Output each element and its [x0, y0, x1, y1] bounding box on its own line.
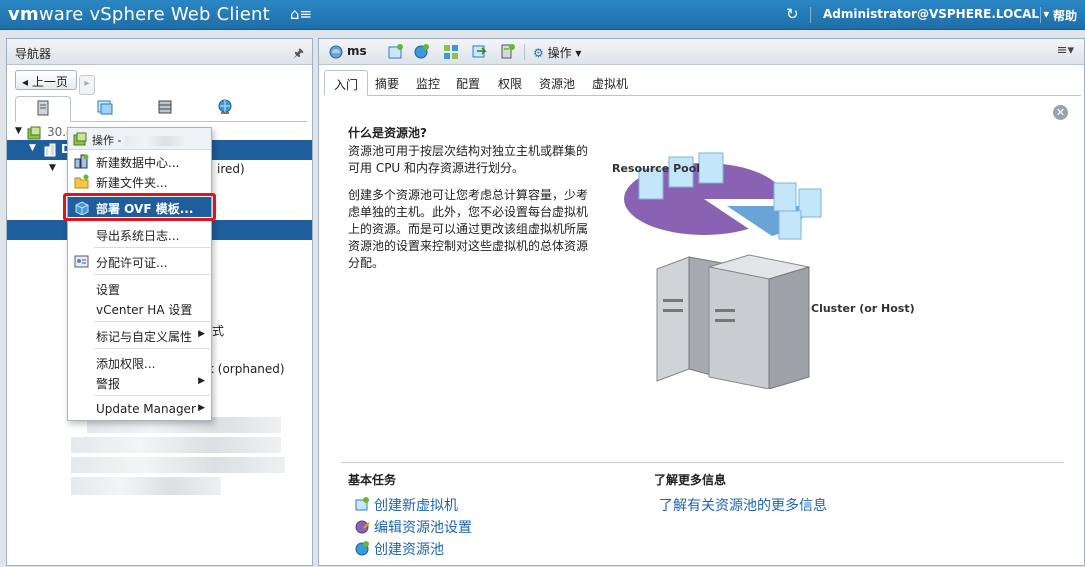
menu-vcenter-ha[interactable]: vCenter HA 设置 — [68, 298, 211, 318]
resource-pool-diagram — [609, 149, 909, 392]
basic-tasks-heading: 基本任务 — [348, 473, 397, 487]
learn-more-link[interactable]: 了解有关资源池的更多信息 — [659, 495, 827, 515]
divider — [524, 44, 525, 60]
redacted-row — [71, 437, 281, 453]
refresh-icon[interactable]: ↻ — [786, 5, 799, 23]
menu-update-manager[interactable]: Update Manager ▶ — [68, 399, 211, 419]
navigator-header: 导航器 🖈 — [7, 39, 312, 65]
tab-vms-templates[interactable] — [77, 96, 133, 122]
vmware-logo[interactable]: vmware vSphere Web Client — [8, 4, 270, 25]
divider — [810, 7, 811, 23]
vms-templates-icon — [97, 100, 113, 115]
tab-permissions[interactable]: 权限 — [498, 75, 522, 92]
menu-divider — [94, 274, 210, 275]
collapse-icon[interactable]: ▼ — [49, 163, 56, 173]
license-icon — [74, 255, 89, 268]
menu-alarms[interactable]: 警报 ▶ — [68, 372, 211, 392]
object-tabs: 入门 摘要 监控 配置 权限 资源池 虚拟机 — [324, 70, 1081, 96]
resource-pool-label: Resource Pool — [612, 162, 701, 175]
migrate-icon[interactable] — [471, 43, 488, 60]
submenu-arrow-icon: ▶ — [198, 329, 205, 339]
redacted-text — [124, 136, 185, 146]
intro-paragraph: 资源池可用于按层次结构对独立主机或群集的可用 CPU 和内存资源进行划分。 — [348, 144, 589, 175]
panel-menu-icon[interactable]: ≡▾ — [1057, 43, 1074, 58]
learn-more-heading: 了解更多信息 — [654, 473, 727, 487]
create-vm-link[interactable]: 创建新虚拟机 — [354, 495, 458, 515]
menu-tags-attributes[interactable]: 标记与自定义属性 ▶ — [68, 325, 211, 345]
datacenter-icon — [44, 143, 56, 157]
section-divider — [341, 462, 1064, 463]
tab-summary[interactable]: 摘要 — [375, 75, 399, 92]
highlight-box — [63, 193, 216, 221]
folder-icon — [74, 174, 89, 189]
hosts-clusters-icon — [37, 100, 49, 116]
new-vm-icon — [355, 497, 369, 511]
divider — [1040, 7, 1041, 23]
menu-settings[interactable]: 设置 — [68, 278, 211, 298]
storage-icon — [158, 100, 172, 114]
tab-resource-pools[interactable]: 资源池 — [539, 75, 575, 92]
new-vapp-icon[interactable] — [443, 43, 460, 60]
resource-pool-icon — [329, 45, 343, 59]
menu-divider — [94, 395, 210, 396]
redacted-row — [71, 457, 285, 473]
submenu-arrow-icon: ▶ — [198, 376, 205, 386]
tab-hosts-clusters[interactable] — [15, 96, 71, 122]
vcenter-icon — [73, 132, 87, 146]
object-toolbar: ms ⚙ 操作 ▾ ≡▾ — [319, 39, 1084, 65]
help-menu[interactable]: 帮助 — [1053, 7, 1077, 24]
menu-divider — [94, 321, 210, 322]
tab-vms[interactable]: 虚拟机 — [592, 75, 628, 92]
close-icon[interactable]: ✕ — [1053, 105, 1068, 120]
create-pool-link[interactable]: 创建资源池 — [354, 539, 444, 559]
new-resource-pool-icon[interactable] — [413, 43, 430, 60]
menu-new-folder[interactable]: 新建文件夹... — [68, 171, 211, 191]
menu-assign-license[interactable]: 分配许可证... — [68, 251, 211, 271]
redacted-row — [71, 477, 221, 495]
edit-resource-pool-icon — [355, 520, 370, 534]
context-menu: 操作 - 新建数据中心... 新建文件夹... 部署 OVF 模板... 导出系… — [67, 127, 212, 421]
pin-icon[interactable]: 🖈 — [293, 44, 304, 65]
menu-divider — [94, 247, 210, 248]
menu-add-permission[interactable]: 添加权限... — [68, 352, 211, 372]
navigator-title: 导航器 — [15, 47, 52, 61]
intro-heading: 什么是资源池? — [348, 126, 427, 140]
resource-pool-illustration — [624, 152, 822, 390]
history-nav: ◂ 上一页 ▸ — [15, 70, 95, 95]
tab-networking[interactable] — [197, 96, 253, 122]
back-button[interactable]: ◂ 上一页 — [15, 70, 77, 90]
tab-monitor[interactable]: 监控 — [416, 75, 440, 92]
collapse-icon[interactable]: ▼ — [29, 143, 36, 153]
menu-new-datacenter[interactable]: 新建数据中心... — [68, 151, 211, 171]
actions-menu[interactable]: ⚙ 操作 ▾ — [533, 44, 581, 61]
intro-paragraph: 创建多个资源池可让您考虑总计算容量，少考虑单独的主机。此外，您不必设置每台虚拟机… — [348, 188, 589, 270]
menu-export-logs[interactable]: 导出系统日志... — [68, 224, 211, 244]
vcenter-icon — [27, 126, 41, 140]
cluster-label: Cluster (or Host) — [811, 302, 915, 315]
collapse-icon[interactable]: ▼ — [15, 126, 22, 136]
datacenter-icon — [74, 154, 89, 169]
new-resource-pool-icon — [355, 541, 369, 556]
add-host-icon[interactable] — [499, 43, 516, 60]
user-menu[interactable]: Administrator@VSPHERE.LOCAL ▾ — [823, 7, 1049, 21]
tab-storage[interactable] — [137, 96, 193, 122]
object-name: ms — [347, 44, 367, 58]
menu-divider — [94, 348, 210, 349]
main-panel: ms ⚙ 操作 ▾ ≡▾ 入门 摘要 监控 配置 权限 资源池 虚拟机 ✕ 什么… — [318, 38, 1085, 566]
navigator-tabs — [15, 96, 307, 122]
edit-pool-settings-link[interactable]: 编辑资源池设置 — [354, 517, 472, 537]
top-bar: vmware vSphere Web Client ⌂≡ ↻ Administr… — [0, 0, 1085, 30]
tab-getting-started[interactable]: 入门 — [324, 70, 369, 96]
home-icon[interactable]: ⌂≡ — [290, 5, 312, 23]
networking-icon — [218, 99, 232, 114]
forward-button[interactable]: ▸ — [78, 75, 95, 95]
context-menu-title: 操作 - — [68, 128, 211, 150]
submenu-arrow-icon: ▶ — [198, 403, 205, 413]
new-vm-icon[interactable] — [387, 43, 404, 60]
tab-configure[interactable]: 配置 — [456, 75, 480, 92]
gear-icon: ⚙ — [533, 46, 544, 60]
